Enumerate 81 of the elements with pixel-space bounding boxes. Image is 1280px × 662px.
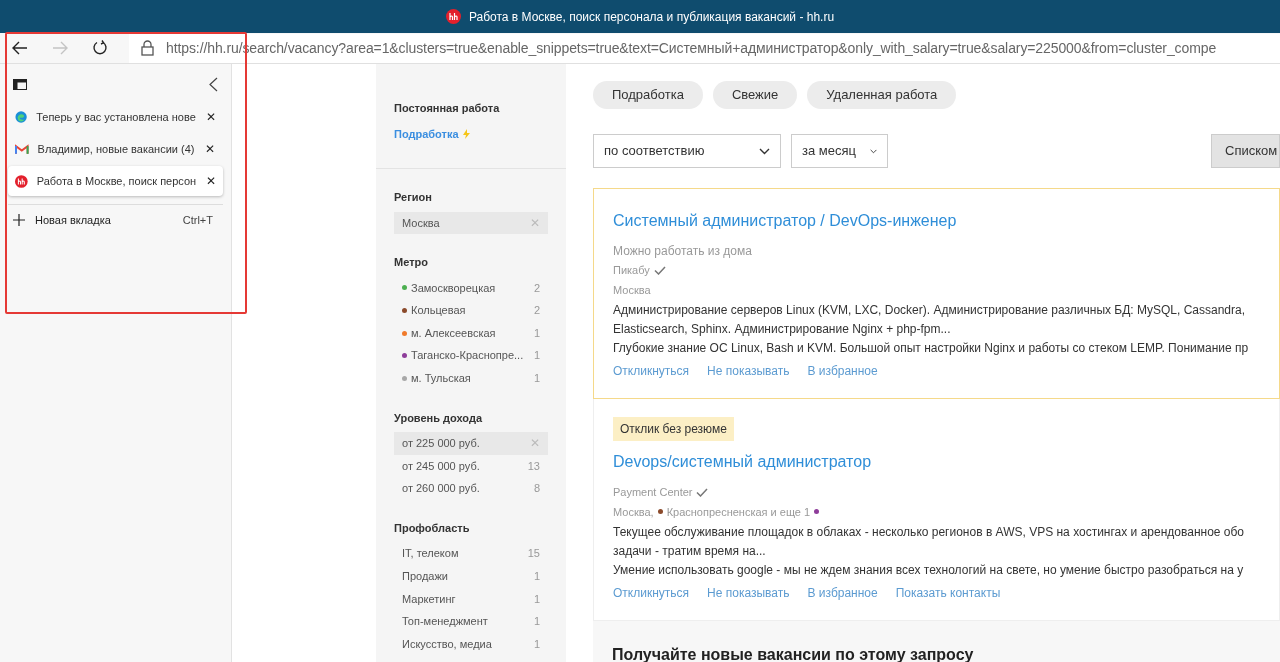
option-count: 8 xyxy=(533,481,540,497)
filter-title: Профобласть xyxy=(394,520,471,536)
vertical-tab[interactable]: Теперь у вас установлена нове ✕ xyxy=(8,102,223,132)
filter-option[interactable]: IT, телеком 15 xyxy=(394,542,548,565)
filter-option[interactable]: м. Тульская 1 xyxy=(394,366,548,390)
new-tab-label: Новая вкладка xyxy=(35,212,112,228)
shortcut-label: Ctrl+T xyxy=(182,212,213,228)
sort-select[interactable]: за месяц xyxy=(791,134,888,168)
option-count: 1 xyxy=(533,371,540,386)
refresh-icon xyxy=(92,40,108,56)
vacancy-title[interactable]: Системный администратор / DevOps-инженер xyxy=(613,209,1279,233)
close-tab-button[interactable]: ✕ xyxy=(205,172,217,190)
snippet-line: Elasticsearch, Sphinx. Администрирование Nginx + php-fpm... xyxy=(613,321,952,338)
option-count: 1 xyxy=(533,325,540,341)
sort-select[interactable]: по соответствию xyxy=(593,134,781,168)
filter-option[interactable]: Маркетинг 1 xyxy=(394,587,548,611)
lock-icon xyxy=(141,40,154,56)
vacancy-title[interactable]: Devops/системный администратор xyxy=(613,450,1279,474)
filter-option[interactable]: Топ-менеджмент 1 xyxy=(394,610,548,633)
no-resume-badge: Отклик без резюме xyxy=(613,417,734,441)
chevron-down-icon xyxy=(759,147,770,155)
back-arrow-icon xyxy=(12,41,28,55)
filter-option[interactable]: Искусство, медиа 1 xyxy=(394,632,548,656)
verified-check-icon xyxy=(653,265,666,275)
close-tab-button[interactable]: ✕ xyxy=(203,140,217,158)
option-count: 15 xyxy=(527,546,540,562)
option-count: 1 xyxy=(533,591,540,607)
location-text: Москва xyxy=(613,282,651,298)
filter-option[interactable]: от 225 000 руб. ✕ xyxy=(394,432,548,455)
snippet-line: Администрирование серверов Linux (KVM, LXC, Docker). Администрирование различных БД: MySQL, Cassandra, xyxy=(613,302,1247,319)
snippet-line: Умение использовать google - мы не ждем знания всех технологий на свете, но умение быстро разобраться на у xyxy=(613,562,1245,579)
filter-option[interactable]: Кольцевая 2 xyxy=(394,299,548,322)
tab-title: Владимир, новые вакансии (4) xyxy=(37,141,195,157)
vertical-tab[interactable]: Владимир, новые вакансии (4) ✕ xyxy=(8,134,223,164)
site-logo-icon xyxy=(445,9,461,24)
option-count: 1 xyxy=(533,569,540,584)
option-count: 13 xyxy=(527,458,540,474)
verified-check-icon xyxy=(696,487,709,497)
tab-title: Работа в Москве, поиск персон xyxy=(36,173,197,189)
filter-option[interactable]: Замоскворецкая 2 xyxy=(394,276,548,300)
filter-chip[interactable]: Удаленная работа xyxy=(807,81,957,109)
window-title: Работа в Москве, поиск персонала и публикация вакансий - hh.ru xyxy=(468,8,835,26)
filter-title: Уровень дохода xyxy=(394,410,484,426)
site-logo-icon xyxy=(15,173,28,189)
tab-panel-icon[interactable] xyxy=(13,78,27,90)
company-name: Пикабу xyxy=(613,263,650,278)
option-count: 1 xyxy=(533,636,540,652)
snippet-line: задачи - тратим время на... xyxy=(613,543,767,560)
new-tab-button[interactable]: Новая вкладка Ctrl+T xyxy=(8,205,223,235)
filter-option[interactable]: Таганско-Краснопре... 1 xyxy=(394,344,548,367)
collapse-chevron-icon[interactable] xyxy=(209,76,218,92)
filter-option[interactable]: от 260 000 руб. 8 xyxy=(394,477,548,500)
filter-option[interactable]: Москва ✕ xyxy=(394,211,548,235)
option-count: 1 xyxy=(533,614,540,630)
snippet-line: Текущее обслуживание площадок в облаках - несколько регионов в AWS, VPS на хостингах и арендованное обо xyxy=(613,524,1246,541)
location-text: Краснопресненская и еще 1 xyxy=(666,504,811,520)
plus-icon xyxy=(13,214,25,226)
company-name: Payment Center xyxy=(613,485,693,500)
filter-option[interactable]: Продажи 1 xyxy=(394,564,548,588)
filter-option[interactable]: от 245 000 руб. 13 xyxy=(394,454,548,478)
lightning-icon xyxy=(462,128,470,139)
remote-note: Можно работать из дома xyxy=(613,243,753,260)
chevron-down-icon xyxy=(869,147,877,155)
option-count: 2 xyxy=(533,280,540,296)
location-text: Москва, xyxy=(613,504,654,520)
filter-title: Регион xyxy=(394,190,433,205)
tab-title: Теперь у вас установлена нове xyxy=(36,109,196,125)
option-count: 2 xyxy=(533,303,540,319)
close-tab-button[interactable]: ✕ xyxy=(204,108,217,126)
filter-chip[interactable]: Подработка xyxy=(593,81,703,109)
forward-arrow-icon xyxy=(52,41,68,55)
snippet-line: Глубокие знание ОС Linux, Bash и KVM. Большой опыт настройки Nginx и работы со стеком LEMP. Понимание пр xyxy=(613,340,1250,357)
option-count: 1 xyxy=(533,348,540,364)
filter-title: Метро xyxy=(394,255,429,271)
vertical-tab[interactable]: Работа в Москве, поиск персон ✕ xyxy=(8,166,223,196)
list-view-button[interactable]: Списком xyxy=(1211,134,1280,168)
employment-current: Постоянная работа xyxy=(394,101,501,116)
filter-option[interactable]: м. Алексеевская 1 xyxy=(394,321,548,345)
mail-logo-icon xyxy=(15,143,29,155)
browser-logo-icon xyxy=(15,110,28,124)
filter-chip[interactable]: Свежие xyxy=(712,81,798,109)
